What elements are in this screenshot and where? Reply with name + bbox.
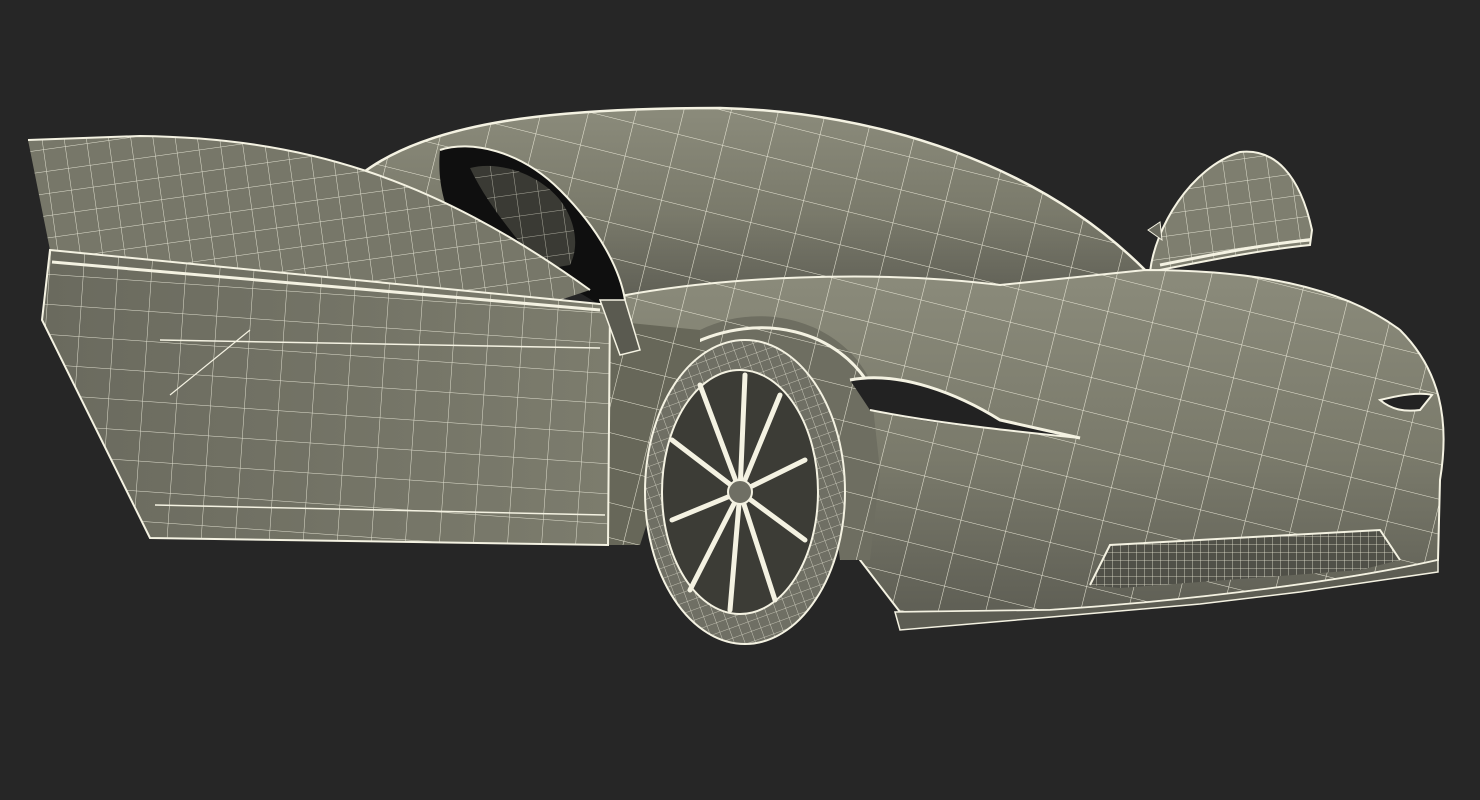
rear-door	[1147, 150, 1314, 274]
render-viewport	[0, 0, 1480, 800]
front-wheel	[644, 339, 846, 645]
wheel-hub	[727, 479, 753, 505]
car-wireframe-render	[27, 106, 1445, 645]
